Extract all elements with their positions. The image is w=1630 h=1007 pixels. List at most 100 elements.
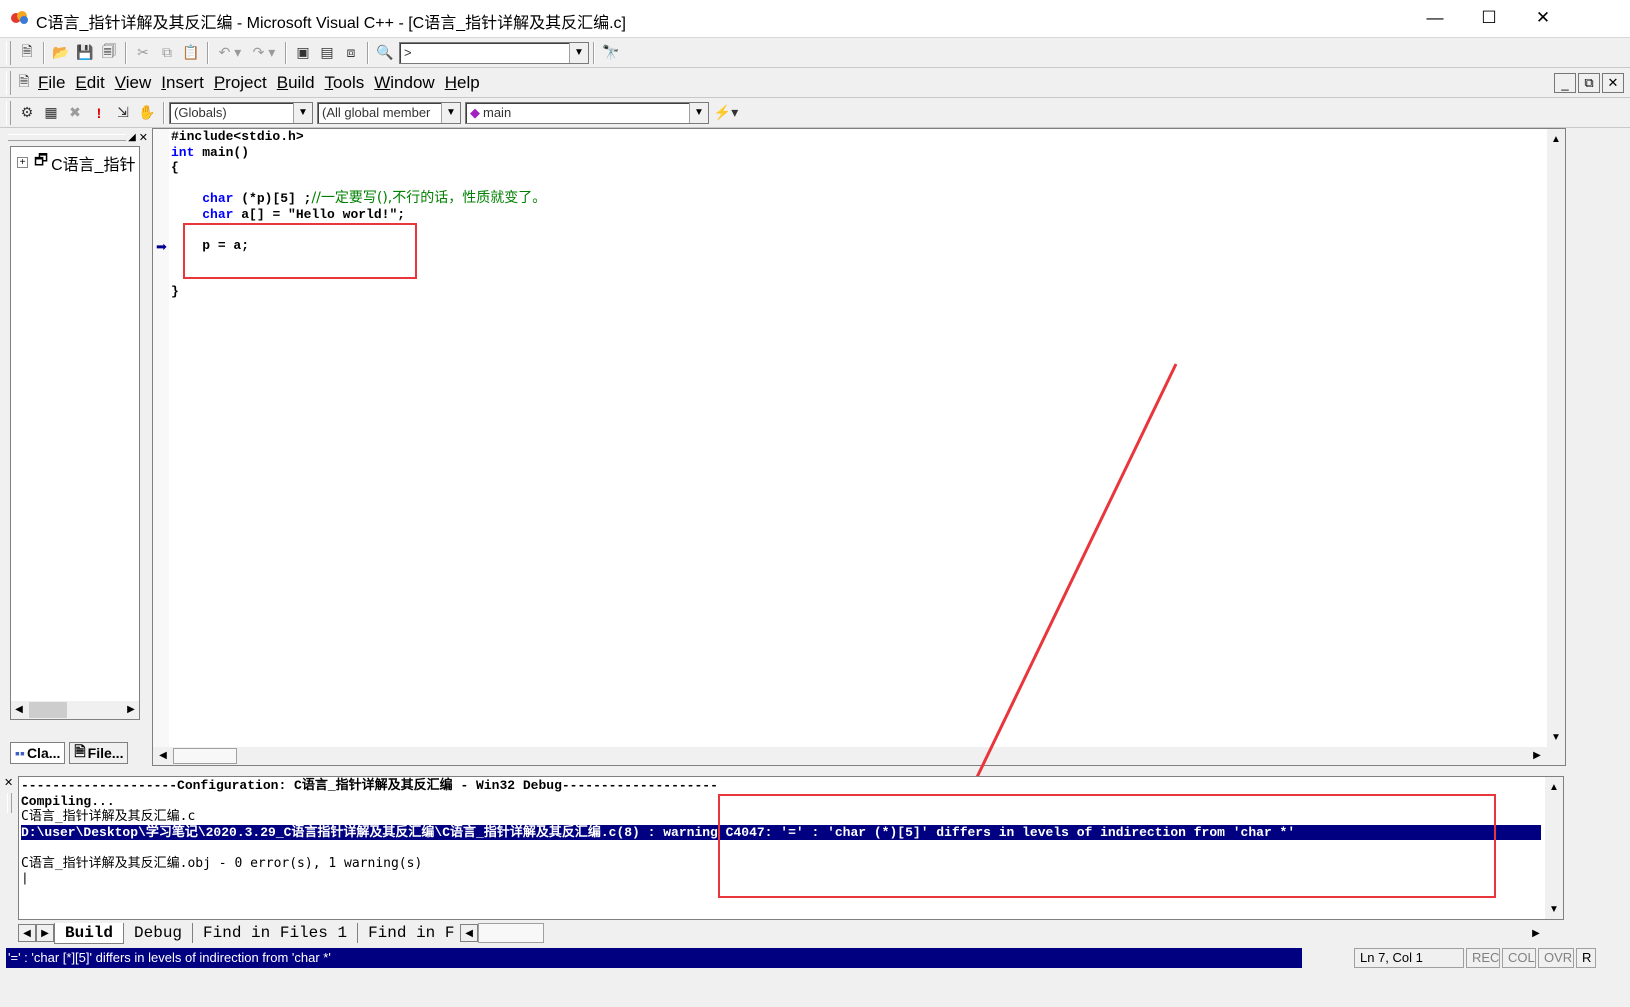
tree-item-root[interactable]: + 🗗 C语言_指针 xyxy=(17,150,136,175)
toolbar-separator xyxy=(125,41,127,64)
scroll-thumb[interactable] xyxy=(478,923,545,943)
pane-grip[interactable] xyxy=(7,793,12,813)
pane-close-icon[interactable]: ✕ xyxy=(4,776,16,789)
mdi-minimize-icon[interactable]: _ xyxy=(1554,73,1576,93)
workspace-tabs: ▪▪ Cla... 🗎 File... xyxy=(10,742,142,764)
close-button[interactable]: ✕ xyxy=(1514,0,1572,36)
toolbar-separator xyxy=(43,41,45,64)
scroll-right-icon[interactable]: ▶ xyxy=(1529,747,1545,763)
scroll-thumb[interactable] xyxy=(173,748,237,764)
status-ovr: OVR xyxy=(1538,948,1574,968)
chevron-down-icon[interactable]: ▼ xyxy=(689,102,708,123)
code-comment: //一定要写(),不行的话，性质就变了。 xyxy=(311,190,547,206)
copy-icon[interactable]: ⧉ xyxy=(155,41,179,65)
annotation-box-code xyxy=(183,223,417,279)
menu-build[interactable]: Build xyxy=(272,73,320,93)
execute-icon[interactable]: ! xyxy=(87,101,111,125)
undo-icon[interactable]: ↶ ▾ xyxy=(213,41,247,65)
window-title: C语言_指针详解及其反汇编 - Microsoft Visual C++ - [… xyxy=(36,15,627,32)
find-combo[interactable]: > ▼ xyxy=(399,41,589,64)
scope-combo[interactable]: (Globals) ▼ xyxy=(169,101,313,124)
search-icon[interactable]: 🔭 xyxy=(599,41,623,65)
tab-build[interactable]: Build xyxy=(54,922,125,944)
scroll-left-icon[interactable]: ◀ xyxy=(155,747,171,763)
scroll-down-icon[interactable]: ▼ xyxy=(1546,901,1562,917)
paste-icon[interactable]: 📋 xyxy=(179,41,203,65)
minimize-button[interactable]: — xyxy=(1406,0,1464,36)
toolbar-grip[interactable] xyxy=(6,100,11,125)
status-message: '=' : 'char [*][5]' differs in levels of… xyxy=(6,948,1302,968)
menu-help[interactable]: Help xyxy=(440,73,485,93)
chevron-down-icon[interactable]: ▼ xyxy=(293,102,312,123)
editor-gutter xyxy=(153,129,169,749)
tab-debug[interactable]: Debug xyxy=(124,923,192,943)
open-folder-icon[interactable]: 📂 xyxy=(49,41,73,65)
tab-find-in-files-1[interactable]: Find in Files 1 xyxy=(192,923,357,943)
scroll-down-icon[interactable]: ▼ xyxy=(1548,729,1564,745)
workspace-tree: + 🗗 C语言_指针 ◀ ▶ xyxy=(10,146,140,720)
keyword: int xyxy=(171,144,195,160)
scroll-left-icon[interactable]: ◀ xyxy=(460,924,479,942)
editor-hscrollbar[interactable]: ◀ ▶ xyxy=(153,747,1565,765)
menu-window[interactable]: Window xyxy=(369,73,439,93)
toolbar-separator xyxy=(367,41,369,64)
new-text-file-icon[interactable]: 🗎 xyxy=(15,41,39,65)
step-into-icon[interactable]: ⇲ xyxy=(111,101,135,125)
menu-edit[interactable]: Edit xyxy=(70,73,109,93)
pane-close-icon[interactable]: ✕ xyxy=(139,131,148,144)
mdi-close-icon[interactable]: ✕ xyxy=(1602,73,1624,93)
mdi-restore-icon[interactable]: ⧉ xyxy=(1578,73,1600,93)
workspace-hscrollbar[interactable]: ◀ ▶ xyxy=(11,701,139,719)
output-line: Compiling... xyxy=(21,793,115,809)
scroll-thumb[interactable] xyxy=(29,702,67,718)
maximize-button[interactable]: ☐ xyxy=(1460,0,1518,36)
fileview-icon: 🗎 xyxy=(74,743,86,759)
toolbar-separator xyxy=(593,41,595,64)
build-icon[interactable]: ▦ xyxy=(39,101,63,125)
tab-classview-label: Cla... xyxy=(26,745,61,761)
output-vscrollbar[interactable]: ▲ ▼ xyxy=(1545,777,1563,919)
tab-scroll-right-icon[interactable]: ▶ xyxy=(36,924,54,942)
toolbar-grip[interactable] xyxy=(6,40,11,65)
scroll-up-icon[interactable]: ▲ xyxy=(1548,131,1564,147)
scroll-up-icon[interactable]: ▲ xyxy=(1546,779,1562,795)
scroll-left-icon[interactable]: ◀ xyxy=(11,701,27,717)
cut-icon[interactable]: ✂ xyxy=(131,41,155,65)
chevron-down-icon[interactable]: ▼ xyxy=(569,42,588,63)
filter-combo[interactable]: (All global member ▼ xyxy=(317,101,461,124)
tab-classview[interactable]: ▪▪ Cla... xyxy=(10,742,66,764)
menu-tools[interactable]: Tools xyxy=(320,73,370,93)
menu-insert[interactable]: Insert xyxy=(156,73,209,93)
menu-file[interactable]: File xyxy=(33,73,70,93)
stop-build-icon[interactable]: ✖ xyxy=(63,101,87,125)
tab-fileview[interactable]: 🗎 File... xyxy=(69,742,129,764)
menu-view[interactable]: View xyxy=(110,73,157,93)
tab-scroll-left-icon[interactable]: ◀ xyxy=(18,924,36,942)
output-window-icon[interactable]: ▤ xyxy=(315,41,339,65)
chevron-down-icon[interactable]: ▼ xyxy=(441,102,460,123)
breakpoint-hand-icon[interactable]: ✋ xyxy=(135,101,159,125)
scroll-right-icon[interactable]: ▶ xyxy=(123,701,139,717)
filter-combo-value: (All global member xyxy=(322,105,431,120)
code-editor[interactable]: ➡ #include<stdio.h> int main() { char (*… xyxy=(152,128,1566,766)
menu-project[interactable]: Project xyxy=(209,73,272,93)
classview-icon: ▪▪ xyxy=(15,745,25,761)
save-icon[interactable]: 💾 xyxy=(73,41,97,65)
pane-maximize-icon[interactable]: ◢ xyxy=(128,132,136,143)
wizard-actions-icon[interactable]: ⚡▾ xyxy=(709,101,743,125)
find-in-files-icon[interactable]: 🔍 xyxy=(373,41,397,65)
standard-toolbar: 🗎 📂 💾 🗐 ✂ ⧉ 📋 ↶ ▾ ↷ ▾ ▣ ▤ ⧈ 🔍 > ▼ 🔭 xyxy=(0,38,1630,68)
toolbar-separator xyxy=(207,41,209,64)
window-list-icon[interactable]: ⧈ xyxy=(339,41,363,65)
editor-vscrollbar[interactable]: ▲ ▼ xyxy=(1547,129,1565,747)
tab-find-in-files-2[interactable]: Find in F xyxy=(357,923,460,943)
member-combo[interactable]: ◆ main ▼ xyxy=(465,101,709,124)
save-all-icon[interactable]: 🗐 xyxy=(97,41,121,65)
workspace-window-icon[interactable]: ▣ xyxy=(291,41,315,65)
scope-combo-value: (Globals) xyxy=(174,105,227,120)
compile-icon[interactable]: ⚙ xyxy=(15,101,39,125)
expand-plus-icon[interactable]: + xyxy=(17,157,28,168)
menu-grip[interactable] xyxy=(6,70,11,95)
scroll-right-icon[interactable]: ▶ xyxy=(1528,925,1544,941)
redo-icon[interactable]: ↷ ▾ xyxy=(247,41,281,65)
